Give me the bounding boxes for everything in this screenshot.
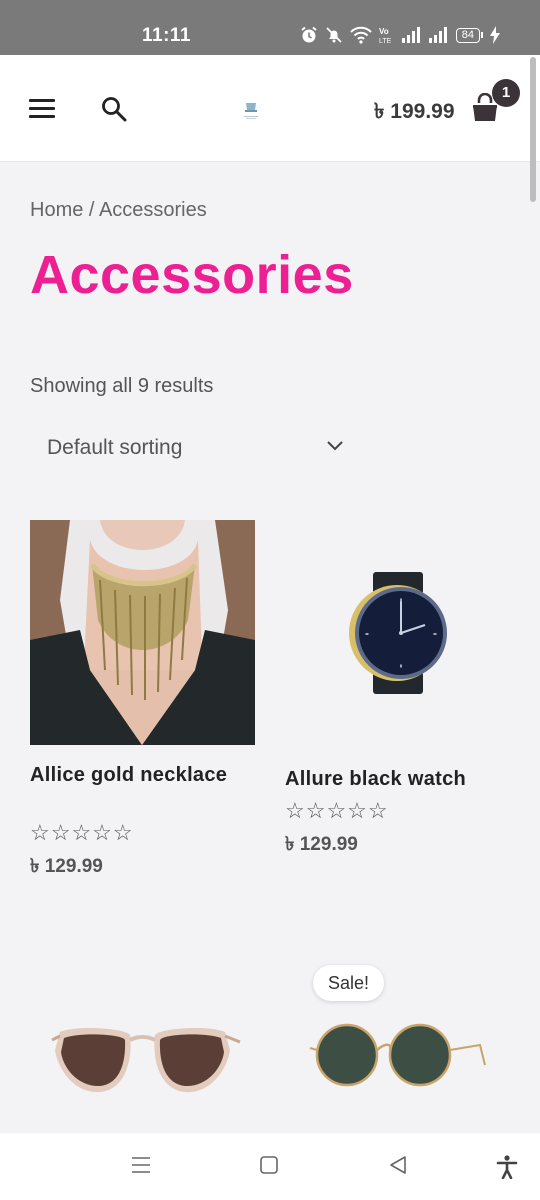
logo[interactable] (240, 99, 262, 121)
wifi-icon (350, 26, 372, 44)
sorting-dropdown[interactable]: Default sorting (30, 425, 360, 471)
scrollbar[interactable] (530, 57, 536, 202)
product-image-sunglasses[interactable] (30, 1010, 255, 1130)
volte-icon: Vo LTE (379, 27, 392, 44)
accessibility-icon[interactable] (496, 1155, 518, 1179)
alarm-icon (301, 26, 317, 43)
product-title[interactable]: Allice gold necklace (30, 762, 240, 788)
status-icons: Vo LTE 84 (300, 26, 500, 44)
status-bar: 11:11 Vo LTE 84 (0, 0, 540, 55)
product-price: ৳ 129.99 (285, 834, 358, 855)
site-header: ৳ 199.99 1 (0, 55, 540, 162)
page-title: Accessories (30, 245, 354, 305)
search-icon[interactable] (101, 96, 127, 122)
product-price: ৳ 129.99 (30, 856, 103, 877)
result-count: Showing all 9 results (30, 375, 214, 397)
breadcrumb-home[interactable]: Home (30, 199, 83, 221)
signal-icon (401, 27, 420, 43)
product-rating: ☆☆☆☆☆ (30, 820, 134, 845)
product-image-round-sunglasses[interactable] (285, 1010, 510, 1130)
product-image-necklace[interactable] (30, 520, 255, 745)
battery-icon: 84 (455, 27, 483, 43)
breadcrumb-current: Accessories (98, 199, 207, 221)
cart-count-badge: 1 (492, 79, 520, 107)
home-icon[interactable] (259, 1155, 279, 1175)
menu-icon[interactable] (29, 99, 55, 119)
chevron-down-icon (327, 441, 343, 451)
svg-text:LTE: LTE (379, 38, 392, 44)
mute-icon (326, 27, 342, 43)
back-icon[interactable] (388, 1155, 408, 1175)
svg-text:Vo: Vo (379, 27, 389, 36)
product-image-watch[interactable] (285, 520, 510, 745)
product-title[interactable]: Allure black watch (285, 766, 510, 792)
breadcrumb-separator: / (83, 199, 99, 221)
breadcrumb: Home / Accessories (30, 199, 207, 222)
battery-level: 84 (455, 27, 480, 43)
signal-icon-2 (428, 27, 447, 43)
cart-total[interactable]: ৳ 199.99 (374, 95, 455, 130)
system-nav-bar (0, 1133, 540, 1200)
charging-icon (490, 26, 500, 44)
sale-badge: Sale! (313, 965, 384, 1001)
status-time: 11:11 (142, 25, 191, 46)
sorting-selected: Default sorting (47, 436, 183, 459)
recent-apps-icon[interactable] (131, 1155, 151, 1175)
product-rating: ☆☆☆☆☆ (285, 798, 389, 823)
